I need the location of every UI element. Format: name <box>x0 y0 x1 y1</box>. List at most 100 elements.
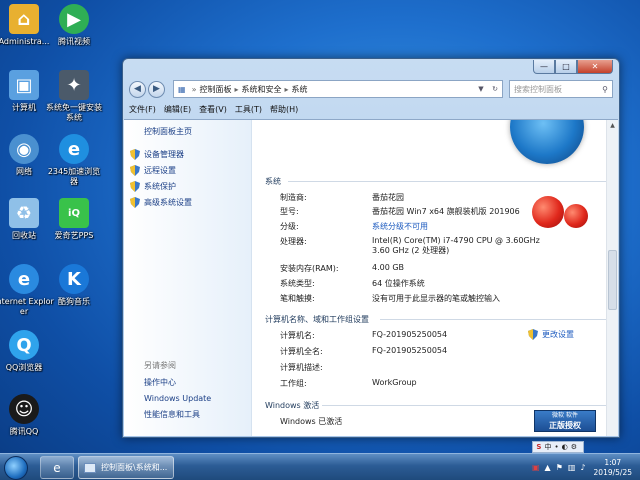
desktop-icon-2345-browser[interactable]: e 2345加速浏览器 <box>44 134 104 187</box>
search-box[interactable]: 搜索控制面板 ⚲ <box>509 80 613 98</box>
row-value: 64 位操作系统 <box>372 279 425 288</box>
menu-help[interactable]: 帮助(H) <box>270 104 298 115</box>
desktop-icon-label: 腾讯视频 <box>58 37 90 46</box>
processor-name: Intel(R) Core(TM) i7-4790 CPU @ 3.60GHz <box>372 236 540 245</box>
row-label: 系统类型: <box>280 279 315 288</box>
scroll-up-icon[interactable]: ▲ <box>607 120 618 132</box>
search-icon[interactable]: ⚲ <box>602 85 608 94</box>
taskbar-window-button[interactable]: 控制面板\系统和... <box>78 456 174 479</box>
minimize-button[interactable]: — <box>533 60 555 74</box>
taskbar-ie-button[interactable]: e <box>40 456 74 479</box>
desktop-icon-install-system[interactable]: ✦ 系统免一键安装系统 <box>44 70 104 123</box>
volume-icon[interactable]: ♪ <box>580 463 585 472</box>
control-panel-icon: ▦ <box>178 84 186 94</box>
sidebar-links: 设备管理器 远程设置 系统保护 高级系统设置 <box>130 146 192 210</box>
user-folder-icon: ⌂ <box>9 4 39 34</box>
row-label: 型号: <box>280 207 299 216</box>
clock-time: 1:07 <box>604 457 622 467</box>
desktop-icon-kugou[interactable]: K 酷狗音乐 <box>44 264 104 307</box>
sidebar-item-label: 系统保护 <box>144 181 176 191</box>
sidebar-item-remote-settings[interactable]: 远程设置 <box>130 162 192 178</box>
qq-browser-icon: Q <box>9 330 39 360</box>
menu-edit[interactable]: 编辑(E) <box>164 104 191 115</box>
tray-app-icon[interactable]: ▣ <box>532 463 540 472</box>
forward-button[interactable]: ▶ <box>148 80 165 98</box>
breadcrumb-control-panel[interactable]: 控制面板 <box>199 84 231 95</box>
taskbar: e 控制面板\系统和... ▣ ▲ ⚑ ▥ ♪ 1:07 2019/5/25 <box>0 453 640 480</box>
ime-width-icon[interactable]: ◐ <box>562 443 568 451</box>
network-icon: ◉ <box>9 134 39 164</box>
see-also-windows-update[interactable]: Windows Update <box>144 392 211 408</box>
ime-punctuation-icon[interactable]: • <box>554 443 558 451</box>
processor-speed: 3.60 GHz (2 处理器) <box>372 246 450 255</box>
iqiyi-icon: iQ <box>59 198 89 228</box>
breadcrumb-system-security[interactable]: 系统和安全 <box>241 84 281 95</box>
window-content: 控制面板主页 设备管理器 远程设置 系统保护 高级系统设置 另请参阅 操作中心 … <box>124 119 618 436</box>
see-also-performance[interactable]: 性能信息和工具 <box>144 408 211 424</box>
tencent-video-icon: ▶ <box>59 4 89 34</box>
genuine-badge[interactable]: 微软 软件 正版授权 <box>534 410 596 432</box>
vertical-scrollbar[interactable]: ▲ <box>606 120 618 436</box>
uac-shield-icon <box>130 196 140 208</box>
row-label: 安装内存(RAM): <box>280 264 339 273</box>
sidebar-home-link[interactable]: 控制面板主页 <box>144 126 192 137</box>
qq-icon: ☺ <box>9 394 39 424</box>
activation-section-heading: Windows 激活 <box>265 401 320 410</box>
clock-date: 2019/5/25 <box>593 467 632 477</box>
info-row-processor: 处理器: Intel(R) Core(TM) i7-4790 CPU @ 3.6… <box>280 236 600 264</box>
search-input[interactable]: 搜索控制面板 <box>514 84 562 95</box>
recycle-bin-icon: ♻ <box>9 198 39 228</box>
action-center-icon[interactable]: ⚑ <box>556 463 563 472</box>
desktop-icon-qq-browser[interactable]: Q QQ浏览器 <box>0 330 54 373</box>
system-window: — □ ✕ ◀ ▶ ▦ » 控制面板 ▸ 系统和安全 ▸ 系统 ▼ ↻ 搜索控制… <box>122 58 620 438</box>
desktop-icon-label: QQ浏览器 <box>5 363 43 372</box>
desktop-icon-tencent-video[interactable]: ▶ 腾讯视频 <box>44 4 104 47</box>
rating-link[interactable]: 系统分级不可用 <box>372 221 600 235</box>
change-settings-label: 更改设置 <box>542 330 574 339</box>
start-button[interactable] <box>4 456 28 480</box>
menu-tools[interactable]: 工具(T) <box>235 104 262 115</box>
row-label: 工作组: <box>280 379 307 388</box>
menu-view[interactable]: 查看(V) <box>199 104 227 115</box>
section-divider <box>322 405 608 406</box>
row-label: 计算机全名: <box>280 347 323 356</box>
row-label: 处理器: <box>280 237 307 246</box>
info-row-description: 计算机描述: <box>280 362 600 376</box>
refresh-icon[interactable]: ↻ <box>488 85 502 93</box>
change-settings-link[interactable]: 更改设置 <box>528 329 574 340</box>
clock[interactable]: 1:07 2019/5/25 <box>594 458 632 478</box>
sidebar-item-system-protection[interactable]: 系统保护 <box>130 178 192 194</box>
breadcrumb-system[interactable]: 系统 <box>292 84 308 95</box>
window-controls: — □ ✕ <box>533 60 613 74</box>
close-button[interactable]: ✕ <box>577 60 613 74</box>
row-value: FQ-201905250054 <box>372 346 448 355</box>
back-button[interactable]: ◀ <box>129 80 146 98</box>
row-value: 没有可用于此显示器的笔或触控输入 <box>372 294 500 303</box>
info-row-system-type: 系统类型: 64 位操作系统 <box>280 278 600 292</box>
control-panel-icon <box>84 462 96 473</box>
ime-settings-icon[interactable]: ⚙ <box>571 443 577 451</box>
sidebar-item-label: 远程设置 <box>144 165 176 175</box>
desktop-icon-label: 系统免一键安装系统 <box>46 103 102 122</box>
genuine-badge-line2: 正版授权 <box>549 421 581 430</box>
see-also-action-center[interactable]: 操作中心 <box>144 376 211 392</box>
maximize-button[interactable]: □ <box>555 60 577 74</box>
address-bar[interactable]: ▦ » 控制面板 ▸ 系统和安全 ▸ 系统 ▼ ↻ <box>173 80 503 98</box>
menu-file[interactable]: 文件(F) <box>129 104 156 115</box>
sidebar-item-device-manager[interactable]: 设备管理器 <box>130 146 192 162</box>
install-system-icon: ✦ <box>59 70 89 100</box>
browser-2345-icon: e <box>59 134 89 164</box>
sidebar-item-advanced-settings[interactable]: 高级系统设置 <box>130 194 192 210</box>
row-label: 计算机名: <box>280 331 315 340</box>
desktop-icon-iqiyi[interactable]: iQ 爱奇艺PPS <box>44 198 104 241</box>
network-tray-icon[interactable]: ▥ <box>568 463 576 472</box>
scroll-thumb[interactable] <box>608 250 617 310</box>
row-value: WorkGroup <box>372 378 417 387</box>
language-bar[interactable]: S 中 • ◐ ⚙ <box>532 441 584 453</box>
tray-expand-icon[interactable]: ▲ <box>545 463 551 472</box>
ime-chinese[interactable]: 中 <box>544 442 551 452</box>
address-dropdown-icon[interactable]: ▼ <box>474 85 488 93</box>
ime-icon[interactable]: S <box>536 443 541 451</box>
kugou-icon: K <box>59 264 89 294</box>
desktop-icon-tencent-qq[interactable]: ☺ 腾讯QQ <box>0 394 54 437</box>
